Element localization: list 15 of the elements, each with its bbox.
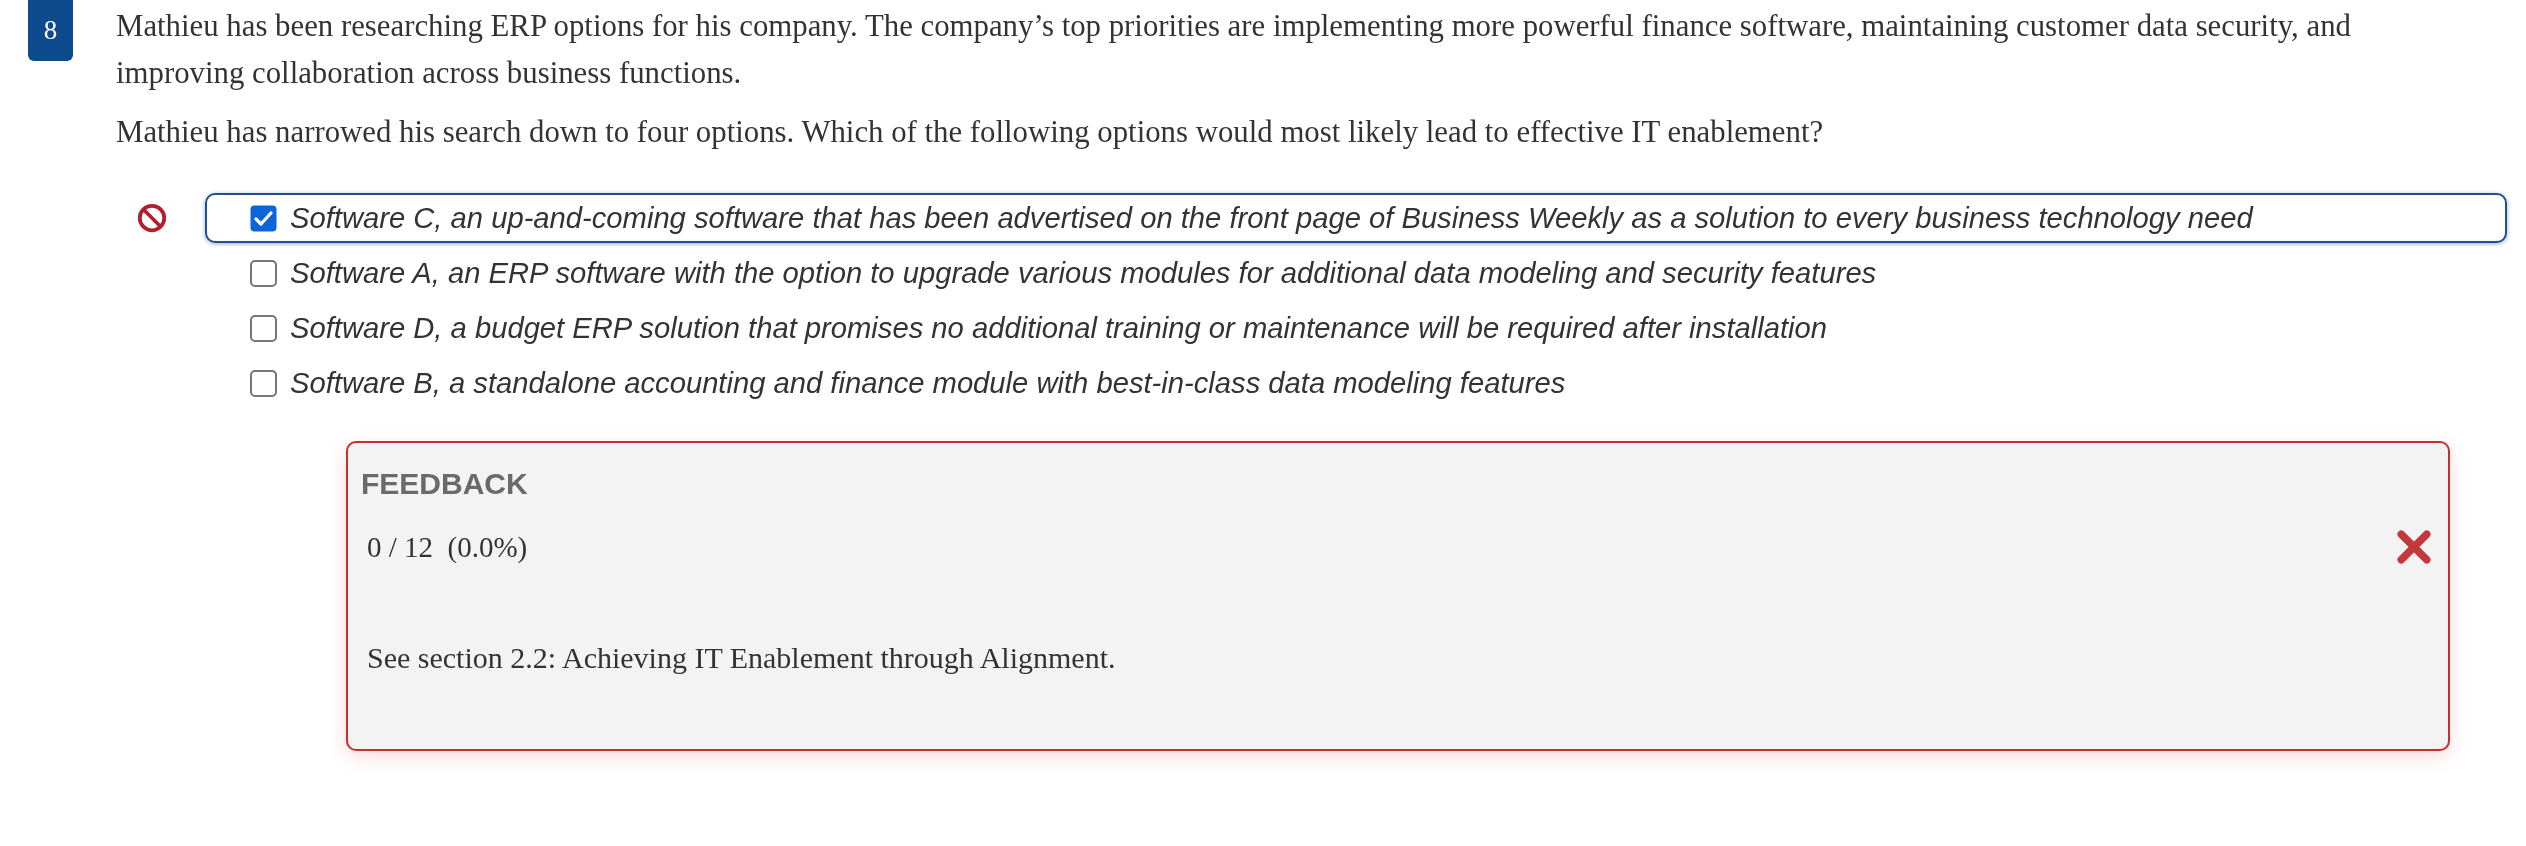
option-label[interactable]: Software C, an up-and-coming software that has been advertised on the front page of Business Weekly as a solution to every business technology need — [290, 199, 2253, 237]
checkbox[interactable] — [250, 369, 277, 397]
option-label[interactable]: Software B, a standalone accounting and finance module with best-in-class data modeling features — [290, 364, 1566, 402]
feedback-heading: FEEDBACK — [361, 466, 529, 502]
score-text: 0 / 12 (0.0%) — [367, 530, 528, 565]
answer-option[interactable]: Software C, an up-and-coming software that has been advertised on the front page of Business Weekly as a solution to every business technology need — [205, 193, 2507, 243]
option-label[interactable]: Software D, a budget ERP solution that promises no additional training or maintenance will be required after installation — [290, 309, 1827, 347]
checkbox[interactable] — [250, 204, 277, 232]
option-label[interactable]: Software A, an ERP software with the option to upgrade various modules for additional data modeling and security features — [290, 254, 1877, 292]
checkbox[interactable] — [250, 259, 277, 287]
question-text: Mathieu has narrowed his search down to four options. Which of the following options would most likely lead to effective IT enablement? — [116, 114, 1825, 151]
question-number: 8 — [28, 0, 73, 61]
question-text: Mathieu has been researching ERP options for his company. The company’s top priorities are implementing more powerful finance software, maintaining customer data security, and improving collaboration across business functions. — [116, 8, 2352, 92]
checkbox[interactable] — [250, 314, 277, 342]
feedback-message: See section 2.2: Achieving IT Enablement through Alignment. — [366, 640, 1117, 676]
